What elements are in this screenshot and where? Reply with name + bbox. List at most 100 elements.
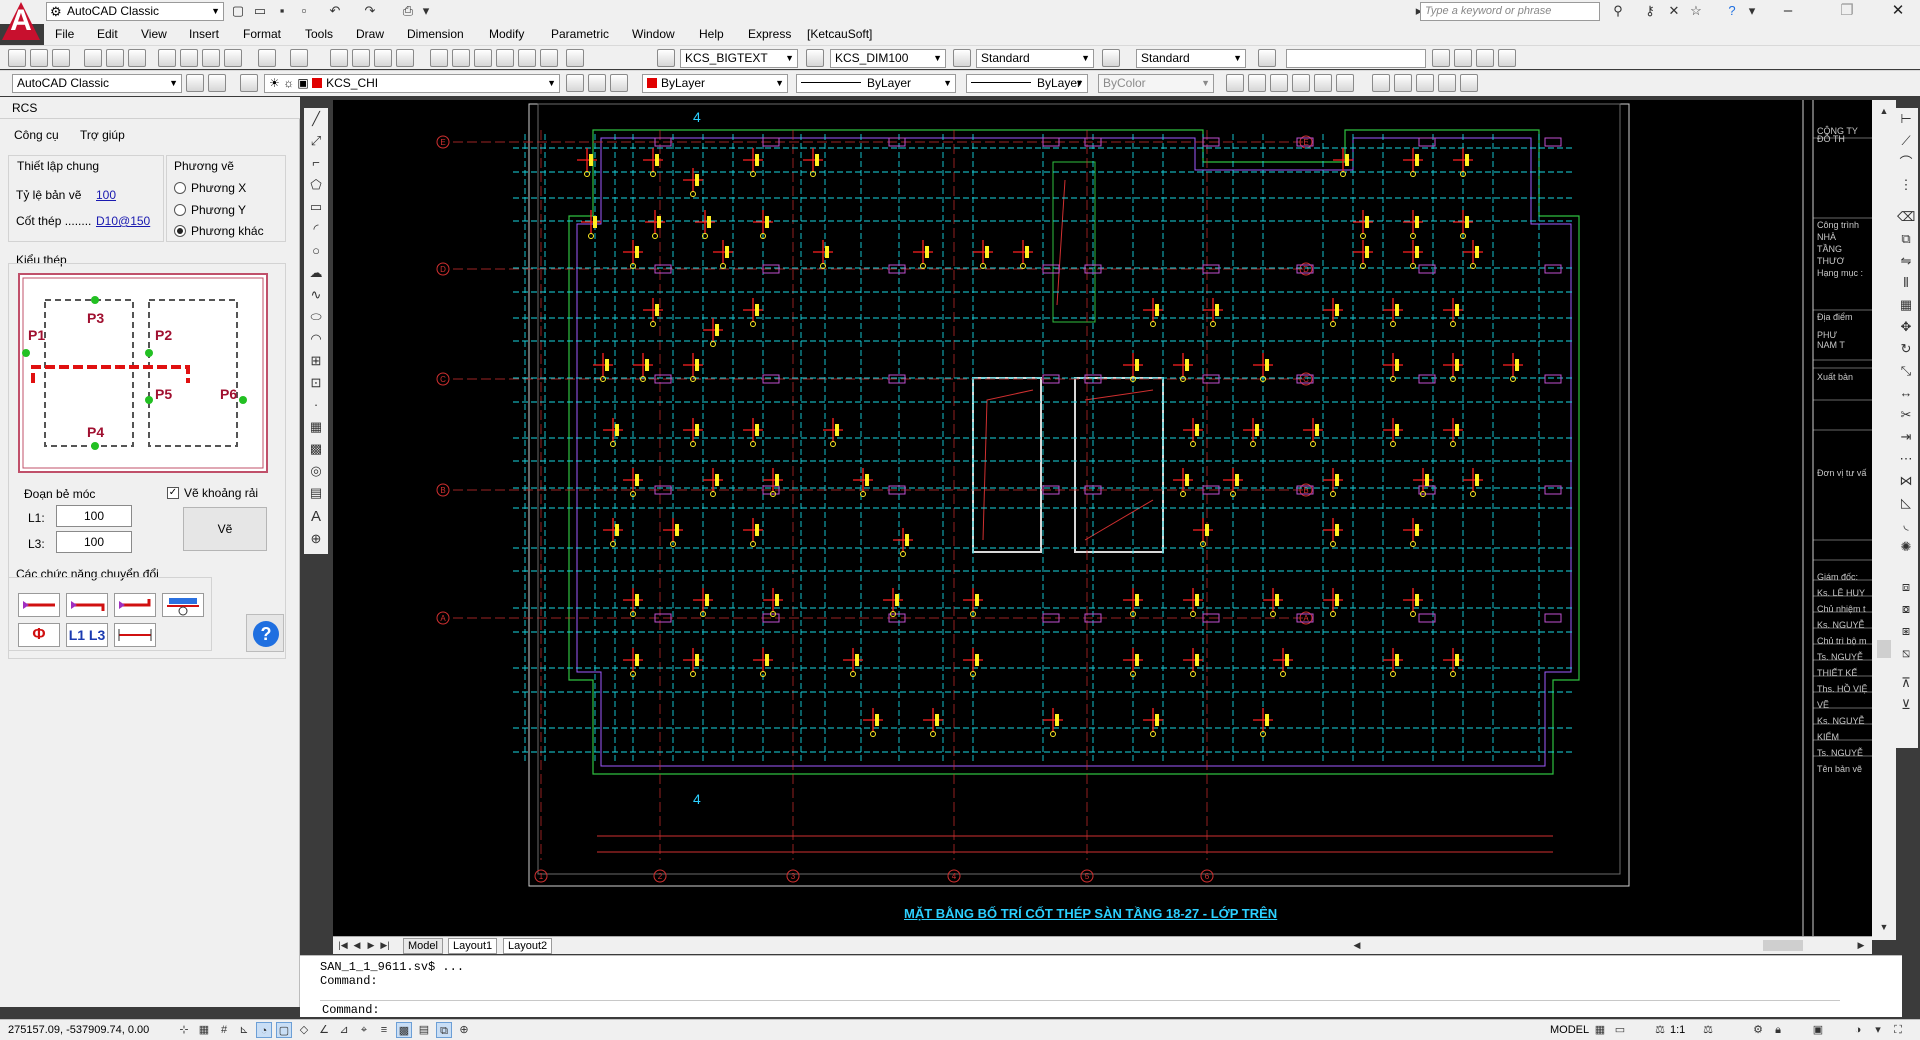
undo-icon[interactable] (258, 49, 276, 67)
direction-x-radio[interactable] (174, 182, 186, 194)
mleader-add-icon[interactable] (1432, 49, 1450, 67)
grid-icon[interactable]: # (216, 1022, 232, 1038)
mleader-align-icon[interactable] (1476, 49, 1494, 67)
model-space-label[interactable]: MODEL (1550, 1024, 1589, 1036)
join-icon[interactable]: ⋈ (1897, 472, 1915, 490)
hatch-icon[interactable]: ▦ (307, 418, 325, 436)
status-menu-icon[interactable]: ▾ (1870, 1022, 1886, 1038)
dim-ordinate-icon[interactable]: ⋮ (1897, 176, 1915, 194)
spacing-button[interactable] (114, 623, 156, 647)
find-text-icon[interactable] (1258, 49, 1276, 67)
point-icon[interactable]: · (307, 396, 325, 414)
sheet-set-icon[interactable] (496, 49, 514, 67)
break-icon[interactable]: ⋯ (1897, 450, 1915, 468)
quick-view-icon[interactable]: ▭ (1612, 1022, 1628, 1038)
workspace-combo[interactable]: ⚙ AutoCAD Classic ▼ (46, 2, 224, 21)
insert-block-icon[interactable]: ⊞ (307, 352, 325, 370)
make-block-icon[interactable]: ⊡ (307, 374, 325, 392)
print-icon[interactable]: ⎙ (398, 2, 418, 20)
tool-palettes-icon[interactable] (474, 49, 492, 67)
markup-icon[interactable] (518, 49, 536, 67)
new-file-icon[interactable]: ▢ (228, 2, 248, 20)
lwt-icon[interactable]: ≡ (376, 1022, 392, 1038)
help-icon[interactable]: ? (1722, 2, 1742, 20)
save-icon[interactable] (52, 49, 70, 67)
quick-access-dropdown-icon[interactable]: ▾ (416, 2, 436, 20)
3dosnap-icon[interactable]: ◇ (296, 1022, 312, 1038)
ortho-icon[interactable]: ⊾ (236, 1022, 252, 1038)
save-icon[interactable]: ▪ (272, 2, 292, 20)
menu-insert[interactable]: Insert (189, 27, 219, 41)
command-input[interactable]: Command: (320, 1000, 1840, 1018)
convert-section-button[interactable] (162, 593, 204, 617)
layer-merge-icon[interactable] (1438, 74, 1456, 92)
extend-icon[interactable]: ⇥ (1897, 428, 1915, 446)
rotate-icon[interactable]: ↻ (1897, 340, 1915, 358)
layer-select[interactable]: ☀ ☼ ▣ KCS_CHI ▼ (264, 74, 560, 93)
menu-window[interactable]: Window (632, 27, 675, 41)
redo-icon[interactable] (290, 49, 308, 67)
qp-icon[interactable]: ▤ (416, 1022, 432, 1038)
hardware-accel-icon[interactable]: ▣ (1810, 1022, 1826, 1038)
scroll-up-icon[interactable]: ▲ (1875, 102, 1893, 120)
annotation-scale-icon[interactable]: ⚖ (1652, 1022, 1668, 1038)
table-icon[interactable]: ▤ (307, 484, 325, 502)
erase-icon[interactable]: ⌫ (1897, 208, 1915, 226)
restore-icon[interactable]: ❐ (1825, 0, 1869, 24)
plot-icon[interactable] (84, 49, 102, 67)
convert-bent-button[interactable] (114, 593, 156, 617)
multileader-style-select[interactable]: Standard ▼ (1136, 49, 1246, 68)
layer-properties-icon[interactable] (240, 74, 258, 92)
chamfer-icon[interactable]: ◺ (1897, 494, 1915, 512)
search-input[interactable]: Type a keyword or phrase (1420, 2, 1600, 21)
annotation-scale-value[interactable]: 1:1 (1670, 1024, 1685, 1036)
spread-checkbox[interactable]: ✓ (167, 487, 179, 499)
open-icon[interactable] (30, 49, 48, 67)
menu-draw[interactable]: Draw (356, 27, 384, 41)
help-dropdown-icon[interactable]: ▾ (1742, 2, 1762, 20)
undo-icon[interactable]: ↶ (325, 2, 345, 20)
layer-iso-icon[interactable] (1226, 74, 1244, 92)
first-tab-icon[interactable]: |◀ (337, 939, 349, 952)
isolate-icon[interactable]: ◑ (1850, 1022, 1866, 1038)
design-center-icon[interactable] (452, 49, 470, 67)
dim-style-select[interactable]: KCS_DIM100 ▼ (830, 49, 946, 68)
rebar-value-link[interactable]: D10@150 (96, 214, 150, 228)
circle-icon[interactable]: ○ (307, 242, 325, 260)
menu-file[interactable]: File (55, 27, 74, 41)
viewport-grid-icon[interactable]: ▦ (1592, 1022, 1608, 1038)
find-text-input[interactable] (1286, 49, 1426, 68)
layer-match-icon[interactable] (1336, 74, 1354, 92)
tpy-icon[interactable]: ▩ (396, 1022, 412, 1038)
draworder-front-icon[interactable]: ⧈ (1897, 578, 1915, 596)
draw-button[interactable]: Vẽ (183, 507, 267, 551)
osnap-icon[interactable]: ▢ (276, 1022, 292, 1038)
hscroll-left-icon[interactable]: ◀ (1351, 939, 1363, 952)
menu-format[interactable]: Format (243, 27, 281, 41)
infer-icon[interactable]: ⊹ (176, 1022, 192, 1038)
scroll-thumb[interactable] (1877, 640, 1891, 658)
ducs-icon[interactable]: ⊿ (336, 1022, 352, 1038)
dim-style-icon[interactable] (806, 49, 824, 67)
arc-icon[interactable]: ◜ (307, 220, 325, 238)
draworder-back-icon[interactable]: ⧇ (1897, 600, 1915, 618)
menu-express[interactable]: Express (748, 27, 791, 41)
mleader-remove-icon[interactable] (1454, 49, 1472, 67)
layer-thaw-icon[interactable] (1394, 74, 1412, 92)
move-icon[interactable]: ✥ (1897, 318, 1915, 336)
draworder-under-icon[interactable]: ⧅ (1897, 644, 1915, 662)
text-front-icon[interactable]: ⊼ (1897, 674, 1915, 692)
workspace-switch-icon[interactable]: ⚙ (1750, 1022, 1766, 1038)
l3-input[interactable]: 100 (56, 531, 132, 553)
floor-plan-drawing[interactable]: CÔNG TYĐỖ THCông trìnhNHÀTẦNGTHƯƠHạng mụ… (333, 100, 1872, 936)
redo-icon[interactable]: ↷ (360, 2, 380, 20)
key-icon[interactable]: ⚷ (1640, 2, 1660, 20)
clean-screen-icon[interactable]: ⛶ (1890, 1022, 1906, 1038)
new-icon[interactable] (8, 49, 26, 67)
gradient-icon[interactable]: ▩ (307, 440, 325, 458)
table-style-icon[interactable] (953, 49, 971, 67)
sc-icon[interactable]: ⧉ (436, 1022, 452, 1038)
properties-icon[interactable] (430, 49, 448, 67)
menu-dimension[interactable]: Dimension (407, 27, 464, 41)
workspace-settings-icon[interactable] (186, 74, 204, 92)
